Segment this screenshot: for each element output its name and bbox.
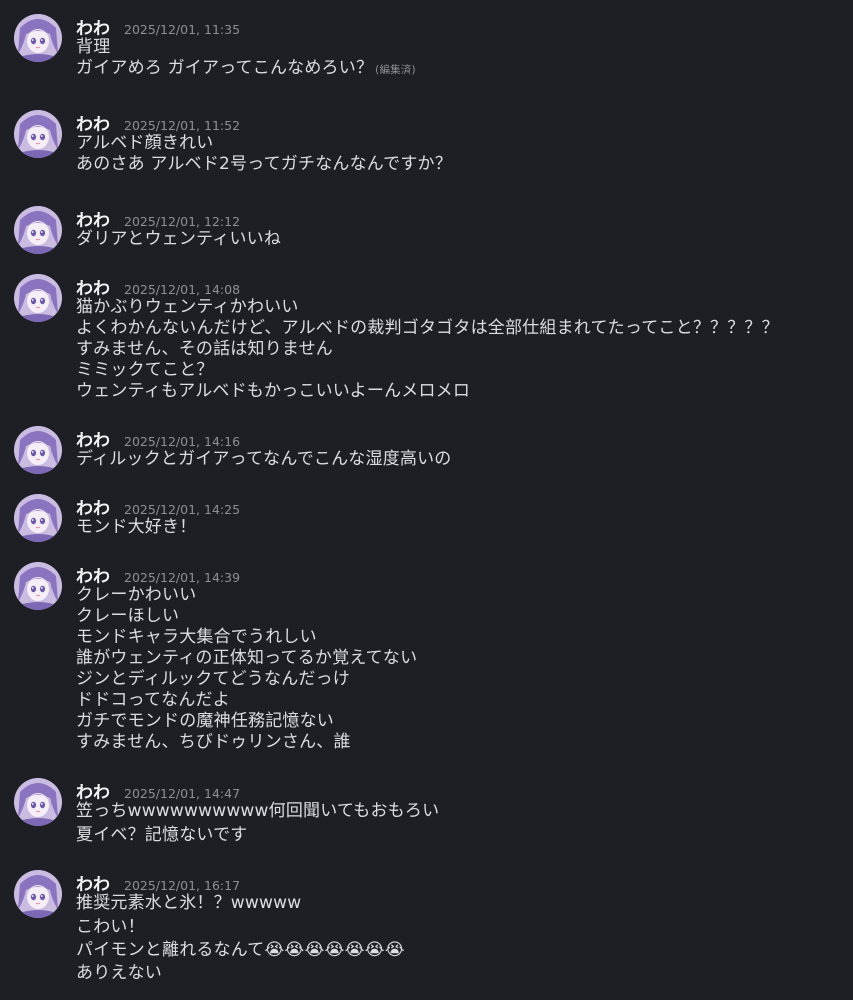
- message-line: すみません、ちびドゥリンさん、誰: [76, 732, 853, 753]
- message-line: モンド大好き！: [76, 517, 853, 538]
- message-lines: アルベド顔きれい あのさあ アルベド2号ってガチなんなんですか？: [76, 133, 853, 175]
- message-text: 誰がウェンティの正体知ってるか覚えてない: [76, 648, 418, 668]
- message-line: あのさあ アルベド2号ってガチなんなんですか？: [76, 154, 853, 175]
- message-lines: ディルックとガイアってなんでこんな湿度高いの: [76, 449, 853, 470]
- message-text: ダリアとウェンティいいね: [76, 229, 282, 249]
- message-line: 夏イベ？記憶ないです: [76, 825, 853, 846]
- message-line: ガイアめろ ガイアってこんなめろい？ (編集済): [76, 58, 853, 79]
- message-line: すみません、その話は知りません: [76, 339, 853, 360]
- message-line: アルベド顔きれい: [76, 133, 853, 154]
- message-text: ガチでモンドの魔神任務記憶ない: [76, 711, 334, 731]
- message-line: パイモンと離れるなんて😭😭😭😭😭😭😭: [76, 940, 853, 961]
- message-line: 誰がウェンティの正体知ってるか覚えてない: [76, 648, 853, 669]
- message-lines: モンド大好き！: [76, 517, 853, 538]
- edited-label: (編集済): [375, 64, 416, 76]
- message-line: モンドキャラ大集合でうれしい: [76, 627, 853, 648]
- timestamp[interactable]: 2025/12/01, 16:17: [124, 878, 240, 893]
- message-text: 笠っちwwwwwwwwww何回聞いてもおもろい: [76, 801, 440, 821]
- message-text: ミミックてこと？: [76, 360, 214, 380]
- message-lines: クレーかわいい クレーほしい モンドキャラ大集合でうれしい 誰がウェンティの正体…: [76, 585, 853, 753]
- avatar[interactable]: [14, 426, 62, 474]
- username[interactable]: わわ: [76, 562, 110, 587]
- message-text: 夏イベ？記憶ないです: [76, 825, 248, 845]
- avatar[interactable]: [14, 494, 62, 542]
- message-lines: 推奨元素水と氷！？wwwww こわい！ パイモンと離れるなんて😭😭😭😭😭😭😭 あ…: [76, 893, 853, 984]
- username[interactable]: わわ: [76, 274, 110, 299]
- username[interactable]: わわ: [76, 14, 110, 39]
- message-line: ありえない: [76, 963, 853, 984]
- avatar[interactable]: [14, 110, 62, 158]
- message-line: 猫かぶりウェンティかわいい: [76, 297, 853, 318]
- message-text: ウェンティもアルベドもかっこいいよーんメロメロ: [76, 381, 471, 401]
- message-line: ジンとディルックてどうなんだっけ: [76, 669, 853, 690]
- message-line: クレーかわいい: [76, 585, 853, 606]
- message-line: 背理: [76, 37, 853, 58]
- username[interactable]: わわ: [76, 778, 110, 803]
- message-text: すみません、ちびドゥリンさん、誰: [76, 732, 351, 752]
- message-line: こわい！: [76, 917, 853, 938]
- message-text: ガイアめろ ガイアってこんなめろい？: [76, 58, 374, 78]
- avatar[interactable]: [14, 14, 62, 62]
- username[interactable]: わわ: [76, 870, 110, 895]
- message-text: クレーほしい: [76, 606, 180, 626]
- message-text: ドドコってなんだよ: [76, 690, 230, 710]
- message-line: よくわかんないんだけど、アルベドの裁判ゴタゴタは全部仕組まれてたってこと？？？？…: [76, 318, 853, 339]
- message-line: 推奨元素水と氷！？wwwww: [76, 893, 853, 914]
- message-lines: 猫かぶりウェンティかわいい よくわかんないんだけど、アルベドの裁判ゴタゴタは全部…: [76, 297, 853, 402]
- message-text: ジンとディルックてどうなんだっけ: [76, 669, 351, 689]
- username[interactable]: わわ: [76, 426, 110, 451]
- chat-log: わわ 2025/12/01, 11:35 背理 ガイアめろ ガイアってこんなめろ…: [0, 0, 853, 1000]
- timestamp[interactable]: 2025/12/01, 14:16: [124, 434, 240, 449]
- message-line: ウェンティもアルベドもかっこいいよーんメロメロ: [76, 381, 853, 402]
- avatar[interactable]: [14, 274, 62, 322]
- avatar[interactable]: [14, 870, 62, 918]
- message-text: よくわかんないんだけど、アルベドの裁判ゴタゴタは全部仕組まれてたってこと？？？？…: [76, 318, 779, 338]
- username[interactable]: わわ: [76, 494, 110, 519]
- timestamp[interactable]: 2025/12/01, 11:35: [124, 22, 240, 37]
- message-lines: 笠っちwwwwwwwwww何回聞いてもおもろい 夏イベ？記憶ないです: [76, 801, 853, 846]
- message-line: ディルックとガイアってなんでこんな湿度高いの: [76, 449, 853, 470]
- timestamp[interactable]: 2025/12/01, 11:52: [124, 118, 240, 133]
- timestamp[interactable]: 2025/12/01, 12:12: [124, 214, 240, 229]
- timestamp[interactable]: 2025/12/01, 14:39: [124, 570, 240, 585]
- message-text: モンドキャラ大集合でうれしい: [76, 627, 317, 647]
- timestamp[interactable]: 2025/12/01, 14:47: [124, 786, 240, 801]
- avatar[interactable]: [14, 562, 62, 610]
- message-text: 猫かぶりウェンティかわいい: [76, 297, 299, 317]
- message-text: ディルックとガイアってなんでこんな湿度高いの: [76, 449, 452, 469]
- avatar[interactable]: [14, 206, 62, 254]
- message-text: 推奨元素水と氷！？wwwww: [76, 893, 302, 913]
- message-line: ダリアとウェンティいいね: [76, 229, 853, 250]
- message-lines: ダリアとウェンティいいね: [76, 229, 853, 250]
- timestamp[interactable]: 2025/12/01, 14:25: [124, 502, 240, 517]
- message-text: あのさあ アルベド2号ってガチなんなんですか？: [76, 154, 452, 174]
- message-line: ドドコってなんだよ: [76, 690, 853, 711]
- message-text: アルベド顔きれい: [76, 133, 214, 153]
- message-line: ガチでモンドの魔神任務記憶ない: [76, 711, 853, 732]
- message-line: 笠っちwwwwwwwwww何回聞いてもおもろい: [76, 801, 853, 822]
- username[interactable]: わわ: [76, 206, 110, 231]
- message-text: すみません、その話は知りません: [76, 339, 333, 359]
- message-lines: 背理 ガイアめろ ガイアってこんなめろい？ (編集済): [76, 37, 853, 79]
- message-text: クレーかわいい: [76, 585, 197, 605]
- avatar[interactable]: [14, 778, 62, 826]
- username[interactable]: わわ: [76, 110, 110, 135]
- message-text: モンド大好き！: [76, 517, 197, 537]
- message-text: ありえない: [76, 963, 162, 983]
- message-line: ミミックてこと？: [76, 360, 853, 381]
- timestamp[interactable]: 2025/12/01, 14:08: [124, 282, 240, 297]
- message-text: こわい！: [76, 917, 145, 937]
- message-text: 背理: [76, 37, 111, 57]
- message-text: パイモンと離れるなんて😭😭😭😭😭😭😭: [76, 940, 405, 960]
- message-line: クレーほしい: [76, 606, 853, 627]
